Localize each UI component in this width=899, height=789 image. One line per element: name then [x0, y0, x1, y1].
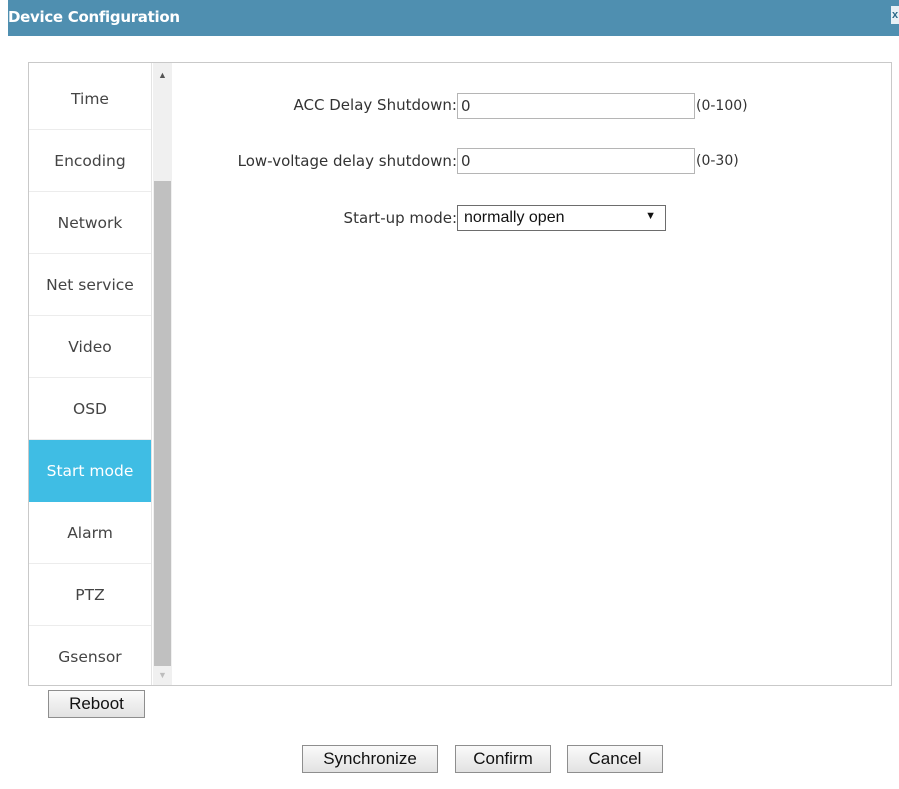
low-voltage-delay-range: (0-30) [696, 153, 739, 169]
acc-delay-label: ACC Delay Shutdown: [293, 96, 457, 114]
sidebar-item-osd[interactable]: OSD [29, 378, 151, 440]
sidebar-item-ptz[interactable]: PTZ [29, 564, 151, 626]
sidebar-item-label: OSD [73, 399, 107, 418]
close-icon[interactable]: x [891, 6, 899, 24]
title-bar: Device Configuration x [8, 0, 899, 36]
sidebar-scrollbar[interactable]: ▲ ▼ [153, 63, 172, 685]
acc-delay-range: (0-100) [696, 98, 748, 114]
chevron-down-icon: ▼ [645, 210, 656, 222]
startup-mode-value: normally open [464, 209, 565, 226]
sidebar-item-label: Alarm [67, 523, 113, 542]
low-voltage-delay-label: Low-voltage delay shutdown: [237, 152, 457, 170]
low-voltage-delay-input[interactable] [457, 148, 695, 174]
sidebar-item-label: Gsensor [58, 648, 122, 666]
window-title: Device Configuration [8, 8, 180, 26]
scroll-up-icon[interactable]: ▲ [153, 69, 172, 81]
scroll-thumb[interactable] [154, 181, 171, 666]
synchronize-button[interactable]: Synchronize [302, 745, 438, 773]
startup-mode-select[interactable]: normally open ▼ [457, 205, 666, 231]
acc-delay-input[interactable] [457, 93, 695, 119]
startup-mode-label: Start-up mode: [343, 209, 457, 227]
sidebar-item-network[interactable]: Network [29, 192, 151, 254]
sidebar-item-label: PTZ [75, 585, 105, 604]
sidebar-item-label: Video [68, 337, 112, 356]
sidebar-item-label: Network [57, 213, 123, 232]
reboot-button[interactable]: Reboot [48, 690, 145, 718]
sidebar-item-label: Start mode [46, 461, 134, 480]
config-panel: Time Encoding Network Net service Video … [28, 62, 892, 686]
sidebar-item-time[interactable]: Time [29, 68, 151, 130]
sidebar-item-start-mode[interactable]: Start mode [29, 440, 151, 502]
sidebar-item-encoding[interactable]: Encoding [29, 130, 151, 192]
sidebar-item-label: Time [71, 89, 109, 108]
sidebar-nav: Time Encoding Network Net service Video … [29, 63, 152, 685]
sidebar-item-gsensor[interactable]: Gsensor [29, 626, 151, 688]
cancel-button[interactable]: Cancel [567, 745, 663, 773]
sidebar-item-label: Encoding [54, 151, 126, 170]
confirm-button[interactable]: Confirm [455, 745, 551, 773]
sidebar-item-alarm[interactable]: Alarm [29, 502, 151, 564]
sidebar-item-video[interactable]: Video [29, 316, 151, 378]
scroll-down-icon[interactable]: ▼ [153, 669, 172, 681]
sidebar-item-net-service[interactable]: Net service [29, 254, 151, 316]
sidebar-item-label: Net service [46, 275, 134, 294]
